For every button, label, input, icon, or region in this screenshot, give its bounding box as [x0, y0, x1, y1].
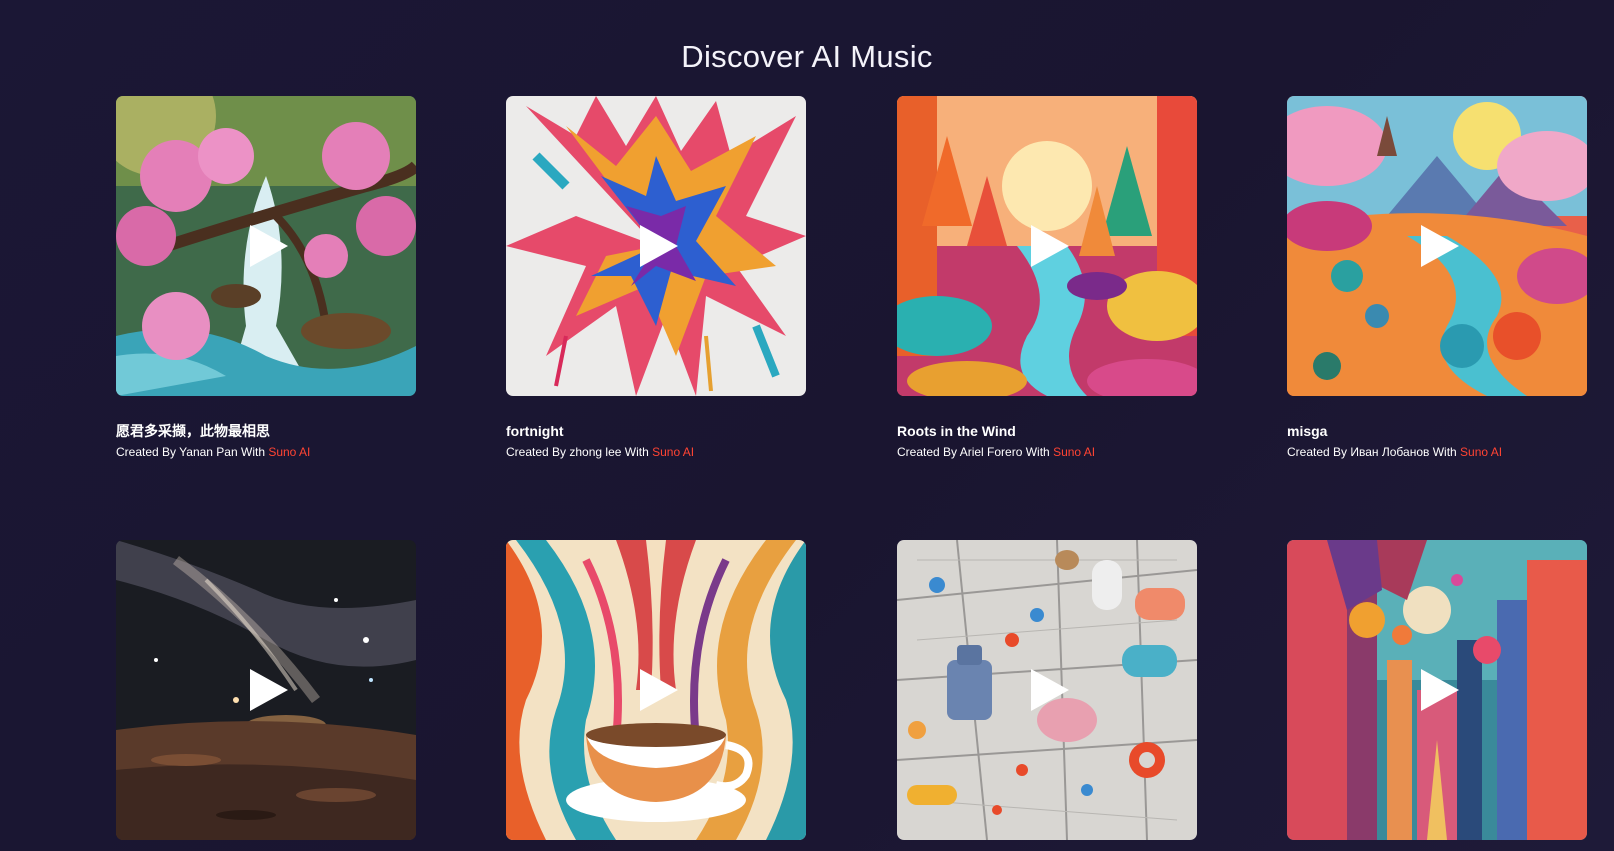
play-icon[interactable] [634, 222, 682, 270]
credit-with: With [621, 445, 653, 459]
song-card[interactable] [897, 540, 1197, 840]
credit-prefix: Created By [897, 445, 960, 459]
song-title[interactable]: 愿君多采撷，此物最相思 [116, 422, 416, 440]
play-icon[interactable] [1415, 666, 1463, 714]
suno-ai-link[interactable]: Suno AI [268, 445, 310, 459]
song-title[interactable]: misga [1287, 422, 1587, 440]
song-credit: Created By Yanan Pan With Suno AI [116, 444, 416, 460]
song-credit: Created By zhong lee With Suno AI [506, 444, 806, 460]
play-icon[interactable] [1415, 222, 1463, 270]
song-cover[interactable] [897, 96, 1197, 396]
song-cover[interactable] [1287, 540, 1587, 840]
credit-prefix: Created By [1287, 445, 1351, 459]
song-card[interactable] [1287, 540, 1587, 840]
suno-ai-link[interactable]: Suno AI [1460, 445, 1502, 459]
suno-ai-link[interactable]: Suno AI [1053, 445, 1095, 459]
play-icon[interactable] [244, 666, 292, 714]
song-card[interactable]: 愿君多采撷，此物最相思 Created By Yanan Pan With Su… [116, 96, 416, 460]
credit-with: With [1429, 445, 1461, 459]
creator-name: zhong lee [569, 445, 622, 459]
song-card[interactable]: Roots in the Wind Created By Ariel Forer… [897, 96, 1197, 460]
suno-ai-link[interactable]: Suno AI [652, 445, 694, 459]
credit-prefix: Created By [506, 445, 570, 459]
song-card[interactable]: misga Created By Иван Лобанов With Suno … [1287, 96, 1587, 460]
song-card[interactable] [116, 540, 416, 840]
song-cover[interactable] [897, 540, 1197, 840]
song-card[interactable]: fortnight Created By zhong lee With Suno… [506, 96, 806, 460]
credit-prefix: Created By [116, 445, 180, 459]
play-icon[interactable] [244, 222, 292, 270]
creator-name: Иван Лобанов [1350, 445, 1430, 459]
song-credit: Created By Иван Лобанов With Suno AI [1287, 444, 1587, 460]
credit-with: With [237, 445, 269, 459]
song-card[interactable] [506, 540, 806, 840]
song-cover[interactable] [506, 540, 806, 840]
song-cover[interactable] [116, 96, 416, 396]
credit-with: With [1022, 445, 1054, 459]
song-cover[interactable] [1287, 96, 1587, 396]
song-credit: Created By Ariel Forero With Suno AI [897, 444, 1197, 460]
song-cover[interactable] [116, 540, 416, 840]
creator-name: Ariel Forero [959, 445, 1023, 459]
page-title: Discover AI Music [681, 38, 933, 74]
play-icon[interactable] [1025, 666, 1073, 714]
play-icon[interactable] [1025, 222, 1073, 270]
song-title[interactable]: Roots in the Wind [897, 422, 1197, 440]
song-title[interactable]: fortnight [506, 422, 806, 440]
song-cover[interactable] [506, 96, 806, 396]
play-icon[interactable] [634, 666, 682, 714]
creator-name: Yanan Pan [179, 445, 238, 459]
